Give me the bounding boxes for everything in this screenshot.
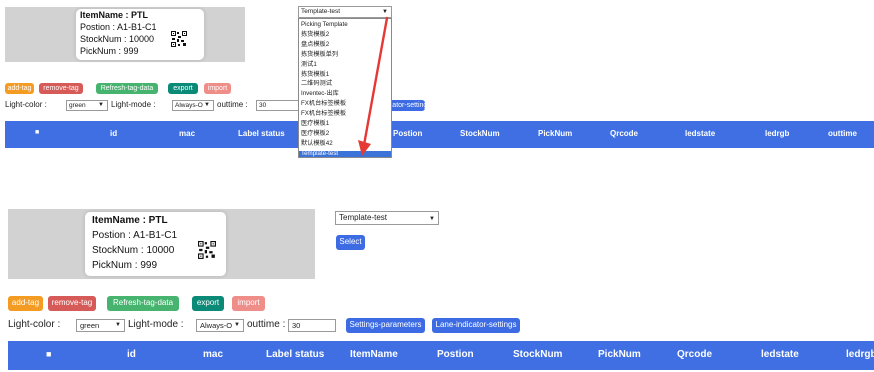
- position-text: Postion : A1-B1-C1: [80, 22, 157, 32]
- chevron-down-icon: ▼: [204, 102, 210, 108]
- select-all-checkbox[interactable]: ■: [35, 129, 39, 136]
- light-mode-label: Light-mode :: [128, 319, 184, 330]
- template-option[interactable]: 二维码测试: [301, 81, 332, 88]
- column-header-outtime: outtime: [828, 129, 857, 138]
- light-color-label: Light-color :: [8, 319, 61, 330]
- column-header-item-name: ItemName: [350, 349, 398, 360]
- chevron-down-icon: ▼: [234, 322, 240, 328]
- lane-indicator-settings-button[interactable]: Lane-indicator-settings: [432, 318, 520, 333]
- export-button[interactable]: export: [168, 83, 198, 94]
- outtime-label: outtime :: [247, 319, 286, 330]
- template-option[interactable]: 拣货模板2: [301, 31, 329, 39]
- label-card: ItemName : PTL Postion : A1-B1-C1 StockN…: [76, 9, 204, 60]
- column-header-ledrgb: ledrgb: [846, 349, 874, 360]
- light-color-select[interactable]: green ▼: [76, 319, 125, 332]
- import-button[interactable]: import: [232, 296, 265, 311]
- light-mode-value: Always-O: [200, 321, 233, 330]
- column-header-label-status: Label status: [266, 349, 325, 360]
- template-option[interactable]: 拣货模板1: [301, 71, 329, 79]
- template-option[interactable]: Picking Template: [301, 21, 348, 29]
- light-mode-select[interactable]: Always-O ▼: [196, 319, 244, 332]
- position-text: Postion : A1-B1-C1: [92, 230, 178, 241]
- chevron-down-icon: ▼: [98, 102, 104, 108]
- table-header: ■ id mac Label status ItemName Postion S…: [8, 341, 874, 370]
- qr-code-icon: [198, 241, 216, 259]
- qr-code-icon: [171, 31, 187, 47]
- light-mode-label: Light-mode :: [111, 100, 156, 109]
- label-card: ItemName : PTL Postion : A1-B1-C1 StockN…: [85, 212, 226, 276]
- template-option[interactable]: 盘点模板2: [301, 41, 329, 49]
- template-option[interactable]: 医疗模板2: [301, 130, 329, 138]
- column-header-qrcode: Qrcode: [677, 349, 713, 360]
- item-name-text: ItemName : PTL: [80, 10, 149, 20]
- stock-text: StockNum : 10000: [80, 34, 155, 44]
- column-header-id: id: [127, 349, 136, 360]
- pick-text: PickNum : 999: [80, 46, 139, 56]
- template-option[interactable]: Inventec-出库: [301, 90, 339, 98]
- light-color-label: Light-color :: [5, 100, 47, 109]
- column-header-qrcode: Qrcode: [610, 129, 639, 138]
- light-mode-value: Always-O: [175, 102, 203, 109]
- column-header-position: Postion: [437, 349, 474, 360]
- light-color-select[interactable]: green ▼: [66, 100, 108, 111]
- remove-tag-button[interactable]: remove-tag: [39, 83, 83, 94]
- chevron-down-icon: ▼: [429, 216, 435, 222]
- settings-parameters-button[interactable]: Settings-parameters: [346, 318, 425, 333]
- template-select[interactable]: Template-test ▼: [335, 211, 439, 225]
- add-tag-button[interactable]: add-tag: [5, 83, 34, 94]
- red-arrow-icon: [358, 16, 389, 156]
- column-header-ledrgb: ledrgb: [765, 129, 790, 138]
- column-header-id: id: [110, 129, 118, 138]
- column-header-stock: StockNum: [460, 129, 500, 138]
- column-header-label-status: Label status: [238, 129, 285, 138]
- outtime-label: outtime :: [217, 100, 248, 109]
- remove-tag-button[interactable]: remove-tag: [48, 296, 96, 311]
- light-color-value: green: [80, 321, 100, 330]
- add-tag-button[interactable]: add-tag: [8, 296, 43, 311]
- light-color-value: green: [69, 102, 86, 109]
- template-option[interactable]: 测试1: [301, 61, 317, 69]
- outtime-input[interactable]: 30: [288, 319, 336, 332]
- column-header-pick: PickNum: [538, 129, 573, 138]
- template-select-value: Template-test: [339, 213, 388, 222]
- column-header-ledstate: ledstate: [761, 349, 799, 360]
- light-mode-select[interactable]: Always-O ▼: [172, 100, 214, 111]
- template-select-value: Template-test: [301, 8, 341, 15]
- label-preview-panel: ItemName : PTL Postion : A1-B1-C1 StockN…: [8, 209, 315, 279]
- stock-text: StockNum : 10000: [92, 245, 175, 256]
- refresh-tag-data-button[interactable]: Refresh-tag-data: [107, 296, 179, 311]
- pick-text: PickNum : 999: [92, 260, 158, 271]
- template-option[interactable]: 拣货模板单列: [301, 51, 338, 59]
- column-header-mac: mac: [179, 129, 196, 138]
- template-option[interactable]: 默认模板42: [301, 140, 333, 148]
- select-all-checkbox[interactable]: ■: [46, 349, 51, 359]
- column-header-mac: mac: [203, 349, 224, 360]
- column-header-ledstate: ledstate: [685, 129, 716, 138]
- item-name-text: ItemName : PTL: [92, 215, 168, 226]
- template-option[interactable]: FX机台标签模板: [301, 110, 346, 118]
- select-button[interactable]: Select: [336, 235, 365, 250]
- template-option[interactable]: FX机台标签模板: [301, 100, 346, 108]
- column-header-stock: StockNum: [513, 349, 563, 360]
- import-button[interactable]: import: [204, 83, 231, 94]
- chevron-down-icon: ▼: [115, 322, 121, 328]
- table-header: ■ id mac Label status Postion StockNum P…: [5, 121, 874, 148]
- column-header-position: Postion: [393, 129, 423, 138]
- outtime-input[interactable]: 30: [256, 100, 300, 111]
- refresh-tag-data-button[interactable]: Refresh-tag-data: [96, 83, 158, 94]
- template-option[interactable]: 医疗模板1: [301, 120, 329, 128]
- label-preview-panel: ItemName : PTL Postion : A1-B1-C1 StockN…: [5, 7, 245, 62]
- column-header-pick: PickNum: [598, 349, 641, 360]
- export-button[interactable]: export: [192, 296, 224, 311]
